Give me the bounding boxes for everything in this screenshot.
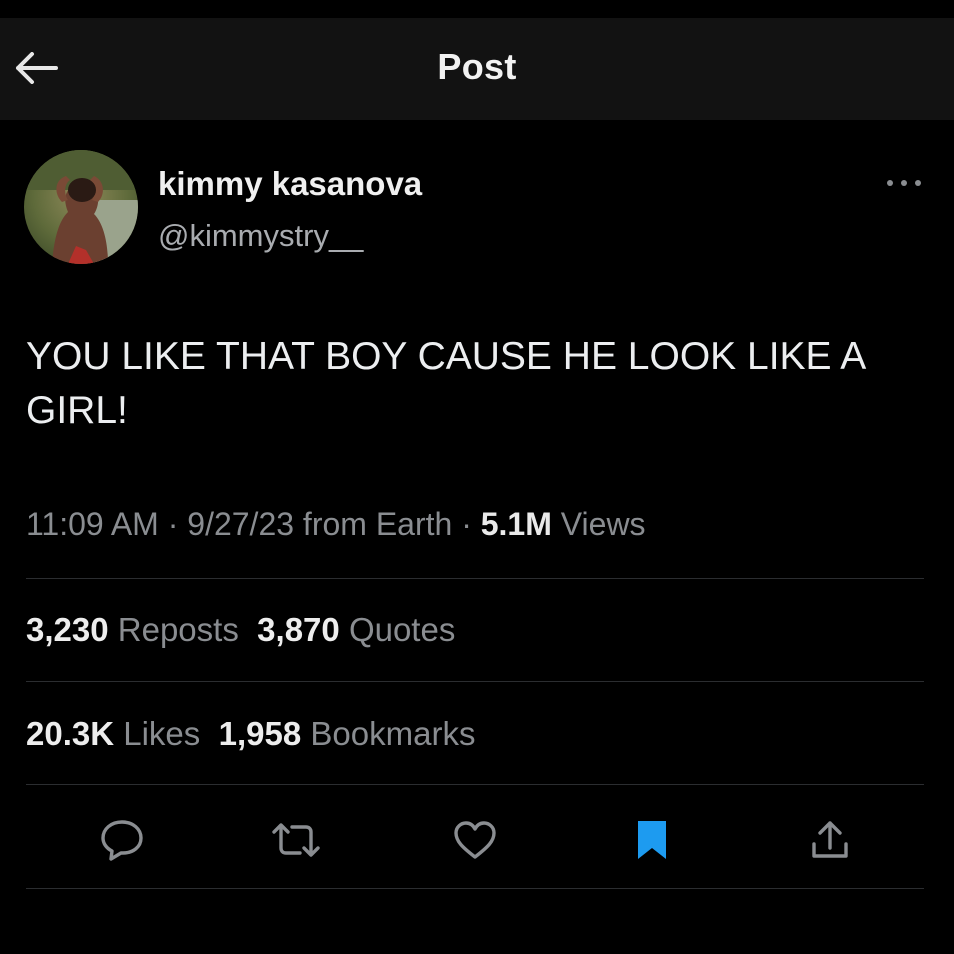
bookmarks-stat[interactable]: 1,958 Bookmarks <box>219 715 476 752</box>
page-title: Post <box>437 46 517 87</box>
likes-stat[interactable]: 20.3K Likes <box>26 715 200 752</box>
views-count: 5.1M <box>480 506 552 542</box>
like-icon <box>454 821 496 859</box>
reposts-count: 3,230 <box>26 611 109 648</box>
reposts-label: Reposts <box>117 611 239 648</box>
share-button[interactable] <box>800 812 860 868</box>
repost-icon <box>272 823 320 857</box>
reply-button[interactable] <box>92 812 152 868</box>
repost-button[interactable] <box>266 812 326 868</box>
post-screen: Post kimmy kasanova @kimmystry__ YOU LIK… <box>0 0 954 954</box>
author-handle[interactable]: @kimmystry__ <box>158 218 363 254</box>
bookmark-icon <box>638 821 666 859</box>
stats-row-reposts: 3,230 Reposts 3,870 Quotes <box>26 611 455 649</box>
views-label: Views <box>551 506 646 542</box>
bookmarks-count: 1,958 <box>218 715 302 752</box>
likes-count: 20.3K <box>26 715 115 752</box>
bookmarks-label: Bookmarks <box>310 715 476 752</box>
post-time: 11:09 AM <box>26 506 159 542</box>
avatar[interactable] <box>24 150 138 264</box>
post-text: YOU LIKE THAT BOY CAUSE HE LOOK LIKE A G… <box>26 335 865 432</box>
post-meta: 11:09 AM · 9/27/23 from Earth · 5.1M Vie… <box>26 506 646 543</box>
top-bar: Post <box>0 18 954 120</box>
meta-separator: · <box>452 506 481 542</box>
stats-row-likes: 20.3K Likes 1,958 Bookmarks <box>26 715 475 753</box>
reposts-stat[interactable]: 3,230 Reposts <box>26 611 239 648</box>
quotes-stat[interactable]: 3,870 Quotes <box>257 611 455 648</box>
divider <box>26 681 924 682</box>
divider <box>26 578 924 579</box>
divider <box>26 888 924 889</box>
avatar-photo <box>24 150 138 264</box>
quotes-count: 3,870 <box>257 611 340 648</box>
more-horizontal-icon <box>887 180 921 186</box>
bookmark-button[interactable] <box>622 812 682 868</box>
quotes-label: Quotes <box>348 611 456 648</box>
like-button[interactable] <box>445 812 505 868</box>
post-source: from Earth <box>294 506 453 542</box>
more-options-button[interactable] <box>880 168 928 198</box>
author-name[interactable]: kimmy kasanova <box>158 165 422 203</box>
share-icon <box>812 821 848 858</box>
reply-icon <box>101 820 143 861</box>
likes-label: Likes <box>123 715 201 752</box>
divider <box>26 784 924 785</box>
post-date[interactable]: 9/27/23 <box>187 506 294 542</box>
meta-separator: · <box>158 506 188 542</box>
